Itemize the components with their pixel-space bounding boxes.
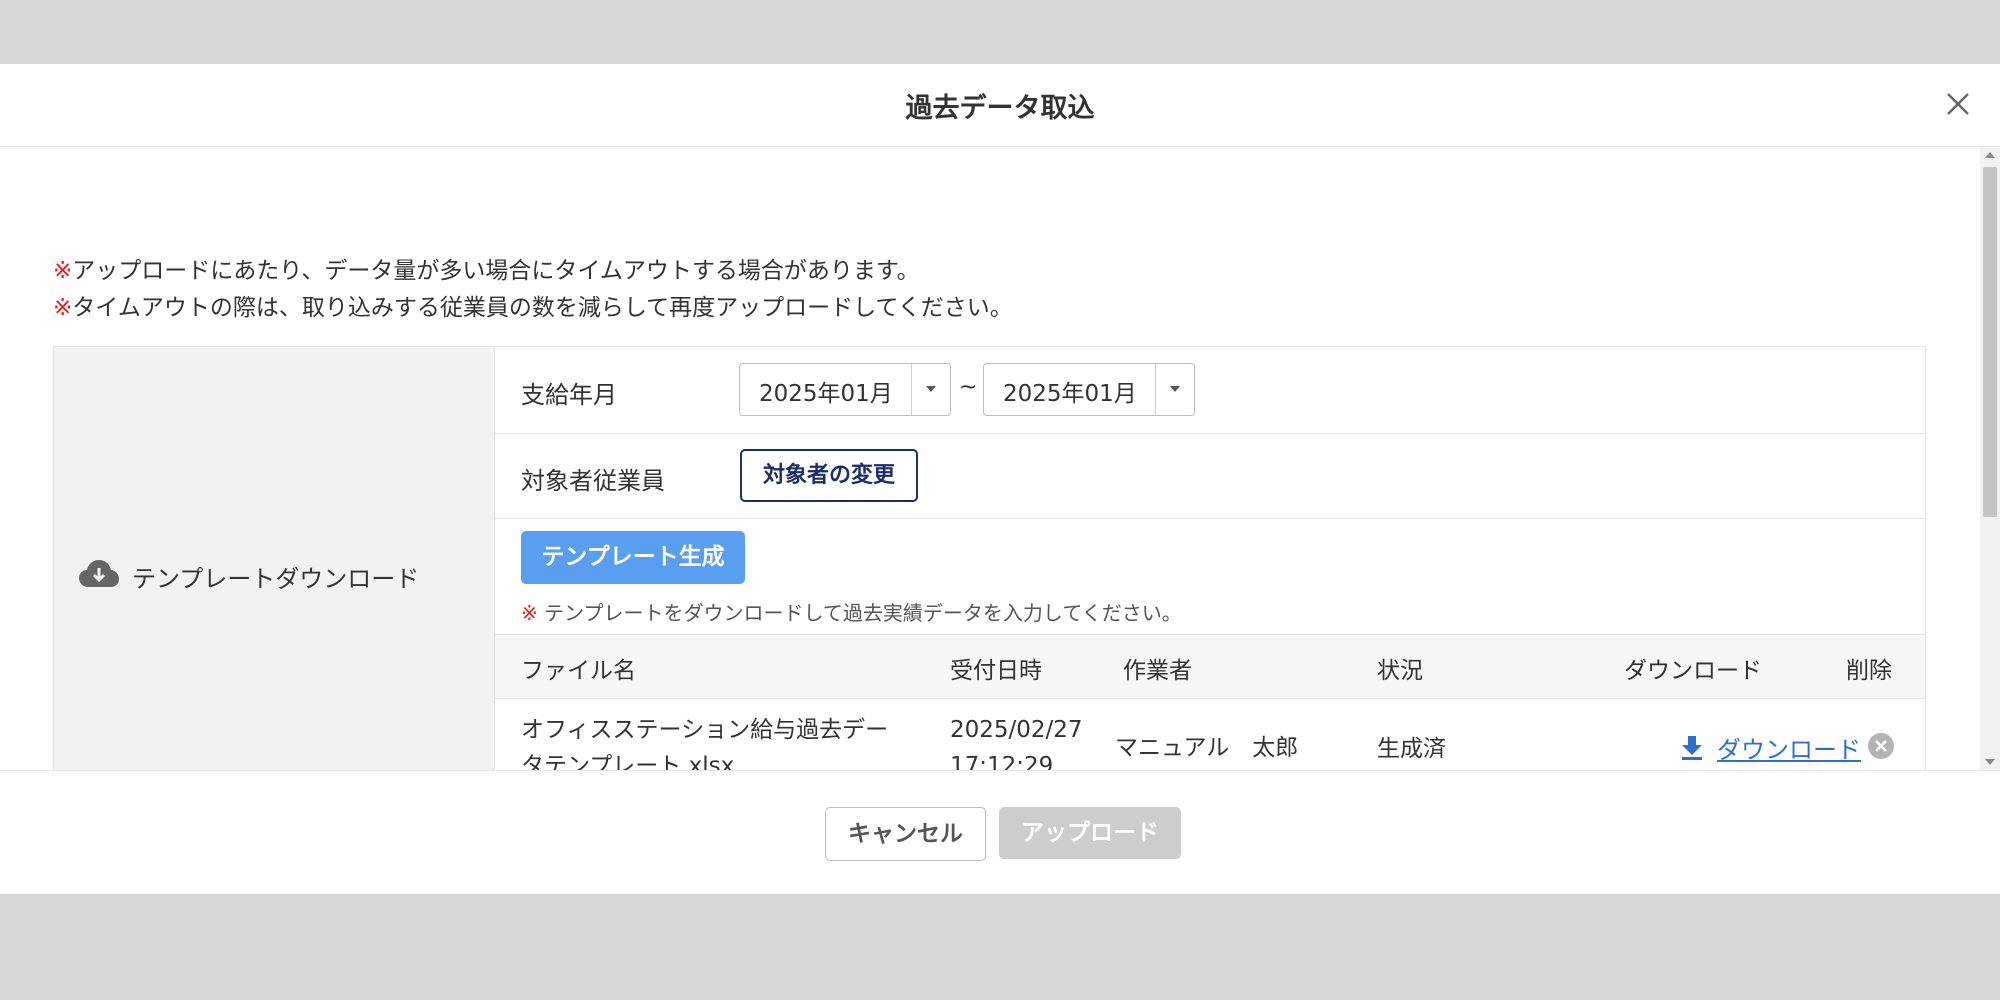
scroll-thumb[interactable] xyxy=(1983,167,1997,517)
modal-body: ※アップロードにあたり、データ量が多い場合にタイムアウトする場合があります。 ※… xyxy=(0,147,1980,770)
modal-scrollbar[interactable] xyxy=(1980,147,2000,770)
target-employees-row: 対象者従業員 対象者の変更 xyxy=(495,434,1925,519)
scroll-down-icon[interactable] xyxy=(1985,759,1995,765)
modal-header: 過去データ取込 xyxy=(0,64,2000,147)
upload-button[interactable]: アップロード xyxy=(999,807,1181,859)
chevron-down-icon xyxy=(1170,386,1180,392)
cancel-button[interactable]: キャンセル xyxy=(825,807,986,861)
modal-footer: キャンセル アップロード xyxy=(0,770,2000,894)
cloud-download-icon xyxy=(79,560,119,587)
pay-period-from-select[interactable]: 2025年01月 xyxy=(739,363,951,416)
col-worker: 作業者 xyxy=(1123,658,1192,684)
scroll-up-icon[interactable] xyxy=(1985,152,1995,158)
download-icon[interactable] xyxy=(1681,736,1703,760)
download-link[interactable]: ダウンロード xyxy=(1717,730,1861,765)
pay-period-to-select[interactable]: 2025年01月 xyxy=(983,363,1195,416)
col-delete: 削除 xyxy=(1846,658,1892,684)
status-cell: 生成済 xyxy=(1377,736,1446,762)
import-modal: 過去データ取込 ※アップロードにあたり、データ量が多い場合にタイムアウトする場合… xyxy=(0,64,2000,894)
notice-reduce-employees: ※タイムアウトの際は、取り込みする従業員の数を減らして再度アップロードしてくださ… xyxy=(53,295,1013,321)
delete-icon[interactable] xyxy=(1867,732,1895,760)
template-grid: テンプレートダウンロード 支給年月 2025年01月 ~ 2025年01月 対象… xyxy=(53,346,1926,770)
chevron-down-icon xyxy=(926,386,936,392)
received-at-cell: 2025/02/27 17:12:29 xyxy=(950,717,1083,770)
change-target-button[interactable]: 対象者の変更 xyxy=(740,449,918,502)
period-separator: ~ xyxy=(959,375,978,400)
target-employees-label: 対象者従業員 xyxy=(521,467,665,495)
generate-template-button[interactable]: テンプレート生成 xyxy=(521,531,745,584)
close-icon[interactable] xyxy=(1938,84,1978,124)
generate-row: テンプレート生成 ※ テンプレートをダウンロードして過去実績データを入力してくだ… xyxy=(495,519,1925,634)
col-file-name: ファイル名 xyxy=(521,658,636,684)
col-download: ダウンロード xyxy=(1624,658,1762,684)
col-received-at: 受付日時 xyxy=(950,658,1042,684)
template-download-header-cell: テンプレートダウンロード xyxy=(54,347,495,770)
template-download-label: テンプレートダウンロード xyxy=(132,565,420,593)
generate-hint: ※ テンプレートをダウンロードして過去実績データを入力してください。 xyxy=(521,601,1182,625)
modal-title: 過去データ取込 xyxy=(905,93,1095,124)
pay-period-label: 支給年月 xyxy=(521,381,617,409)
pay-period-row: 支給年月 2025年01月 ~ 2025年01月 xyxy=(495,347,1925,434)
notice-timeout: ※アップロードにあたり、データ量が多い場合にタイムアウトする場合があります。 xyxy=(53,258,920,284)
worker-cell: マニュアル 太郎 xyxy=(1115,735,1299,761)
col-status: 状況 xyxy=(1377,658,1423,684)
file-name-cell: オフィスステーション給与過去デー タテンプレート.xlsx xyxy=(521,717,889,770)
table-row: オフィスステーション給与過去デー タテンプレート.xlsx 2025/02/27… xyxy=(495,698,1925,770)
file-table-header: ファイル名 受付日時 作業者 状況 ダウンロード 削除 xyxy=(495,634,1925,699)
